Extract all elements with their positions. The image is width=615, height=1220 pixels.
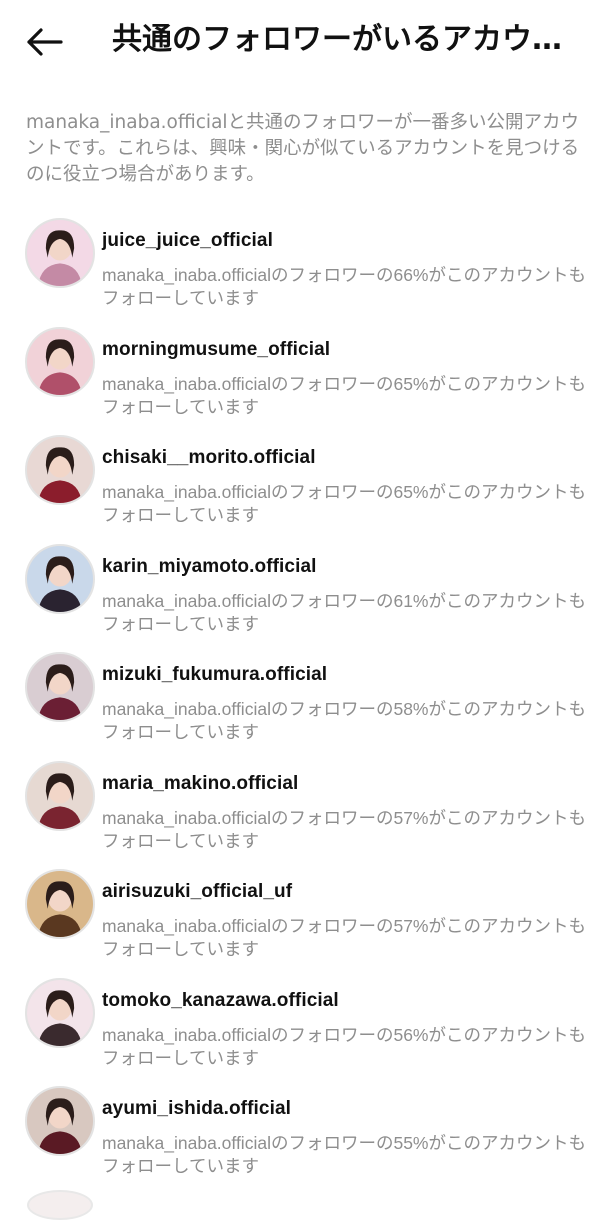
account-row[interactable]: mizuki_fukumura.official manaka_inaba.off… bbox=[0, 644, 615, 753]
avatar[interactable] bbox=[25, 326, 95, 397]
account-username[interactable]: airisuzuki_official_uf bbox=[102, 881, 292, 903]
account-username[interactable]: chisaki__morito.official bbox=[102, 447, 316, 469]
avatar bbox=[27, 1190, 93, 1220]
intro-text: manaka_inaba.officialと共通のフォロワーが一番多い公開アカウ… bbox=[26, 112, 580, 185]
account-row[interactable]: chisaki__morito.official manaka_inaba.off… bbox=[0, 427, 615, 536]
avatar[interactable] bbox=[25, 977, 95, 1048]
account-row[interactable]: airisuzuki_official_uf manaka_inaba.offic… bbox=[0, 861, 615, 970]
avatar[interactable] bbox=[25, 218, 95, 288]
account-row[interactable]: maria_makino.official manaka_inaba.offici… bbox=[0, 753, 615, 862]
account-row[interactable]: morningmusume_official manaka_inaba.offic… bbox=[0, 319, 615, 428]
account-description: manaka_inaba.officialのフォロワーの65%がこのアカウントも… bbox=[102, 373, 586, 417]
account-description: manaka_inaba.officialのフォロワーの65%がこのアカウントも… bbox=[102, 482, 586, 525]
account-description: manaka_inaba.officialのフォロワーの57%がこのアカウントも… bbox=[102, 807, 586, 851]
account-row[interactable]: ayumi_ishida.official manaka_inaba.offici… bbox=[0, 1078, 615, 1187]
avatar[interactable] bbox=[25, 652, 95, 722]
account-username[interactable]: ayumi_ishida.official bbox=[102, 1098, 291, 1120]
account-row[interactable]: karin_miyamoto.official manaka_inaba.offi… bbox=[0, 536, 615, 645]
avatar[interactable] bbox=[25, 435, 95, 505]
account-username[interactable]: morningmusume_official bbox=[102, 339, 330, 361]
account-username[interactable]: tomoko_kanazawa.official bbox=[102, 990, 339, 1012]
account-username[interactable]: karin_miyamoto.official bbox=[102, 556, 317, 578]
account-username[interactable]: juice_juice_official bbox=[102, 230, 273, 252]
account-description: manaka_inaba.officialのフォロワーの66%がこのアカウントも… bbox=[102, 265, 586, 308]
app-header: 共通のフォロワーがいるアカウ… bbox=[0, 0, 615, 88]
account-username[interactable]: mizuki_fukumura.official bbox=[102, 664, 327, 686]
account-row[interactable]: tomoko_kanazawa.official manaka_inaba.off… bbox=[0, 970, 615, 1079]
avatar[interactable] bbox=[25, 1086, 95, 1156]
account-description: manaka_inaba.officialのフォロワーの55%がこのアカウントも… bbox=[102, 1133, 586, 1176]
account-row[interactable]: juice_juice_official manaka_inaba.officia… bbox=[0, 210, 615, 319]
arrow-left-icon bbox=[27, 28, 63, 56]
account-list: juice_juice_official manaka_inaba.officia… bbox=[0, 210, 615, 1187]
avatar[interactable] bbox=[25, 543, 95, 614]
account-description: manaka_inaba.officialのフォロワーの57%がこのアカウントも… bbox=[102, 916, 586, 959]
avatar[interactable] bbox=[25, 869, 95, 939]
account-description: manaka_inaba.officialのフォロワーの56%がこのアカウントも… bbox=[102, 1024, 586, 1068]
back-button[interactable] bbox=[22, 22, 66, 62]
account-description: manaka_inaba.officialのフォロワーの61%がこのアカウントも… bbox=[102, 590, 586, 634]
account-username[interactable]: maria_makino.official bbox=[102, 773, 298, 795]
page-title: 共通のフォロワーがいるアカウ… bbox=[112, 22, 562, 57]
avatar[interactable] bbox=[25, 760, 95, 831]
account-description: manaka_inaba.officialのフォロワーの58%がこのアカウントも… bbox=[102, 699, 586, 742]
